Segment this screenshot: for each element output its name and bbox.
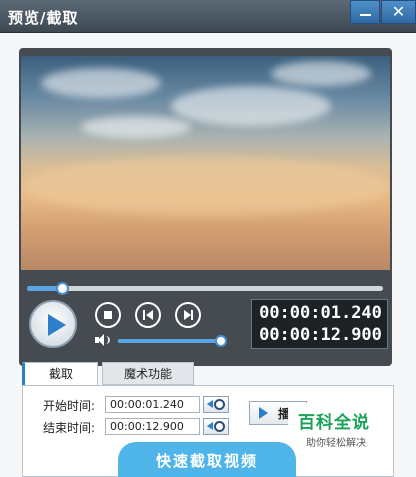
cloud-shape: [271, 61, 371, 86]
play-button[interactable]: [29, 300, 77, 348]
cloud-shape: [81, 116, 191, 138]
seek-bar[interactable]: [27, 282, 383, 295]
tab-magic[interactable]: 魔术功能: [102, 362, 194, 385]
video-player: 00:00:01.240 00:00:12.900: [19, 48, 392, 366]
next-button[interactable]: [175, 302, 201, 328]
seek-handle[interactable]: [55, 282, 69, 295]
stop-button[interactable]: [95, 302, 121, 328]
end-time-label: 结束时间:: [43, 421, 96, 435]
current-time: 00:00:01.240: [259, 303, 382, 323]
total-time: 00:00:12.900: [259, 325, 382, 345]
cloud-shape: [171, 86, 331, 126]
set-start-button[interactable]: [203, 396, 229, 413]
stop-icon: [104, 311, 112, 319]
volume-icon[interactable]: [95, 334, 110, 346]
previous-button[interactable]: [135, 302, 161, 328]
video-frame[interactable]: [21, 56, 390, 270]
end-time-field[interactable]: 00:00:12.900: [105, 418, 200, 435]
volume-level: [118, 339, 221, 343]
caption-text: 快速截取视频: [155, 452, 258, 470]
time-display: 00:00:01.240 00:00:12.900: [251, 299, 388, 349]
set-end-button[interactable]: [203, 418, 229, 435]
watermark: 百科全说 助你轻松解决: [288, 403, 388, 455]
cloud-shape: [21, 156, 390, 216]
play-icon: [259, 407, 268, 419]
start-time-label: 开始时间:: [43, 399, 96, 413]
close-button[interactable]: ✕: [381, 0, 416, 24]
start-time-field[interactable]: 00:00:01.240: [105, 396, 200, 413]
play-icon: [48, 314, 66, 336]
minimize-button[interactable]: [350, 0, 380, 24]
tab-clip[interactable]: 截取: [22, 362, 98, 385]
watermark-title: 百科全说: [298, 413, 370, 433]
caption-banner: 快速截取视频: [118, 442, 296, 477]
title-bar: 预览/截取 ✕: [0, 0, 416, 33]
window-title: 预览/截取: [8, 9, 79, 27]
watermark-subtitle: 助你轻松解决: [306, 438, 366, 449]
cloud-shape: [41, 68, 161, 98]
volume-handle[interactable]: [214, 335, 227, 347]
volume-slider[interactable]: [118, 335, 227, 347]
